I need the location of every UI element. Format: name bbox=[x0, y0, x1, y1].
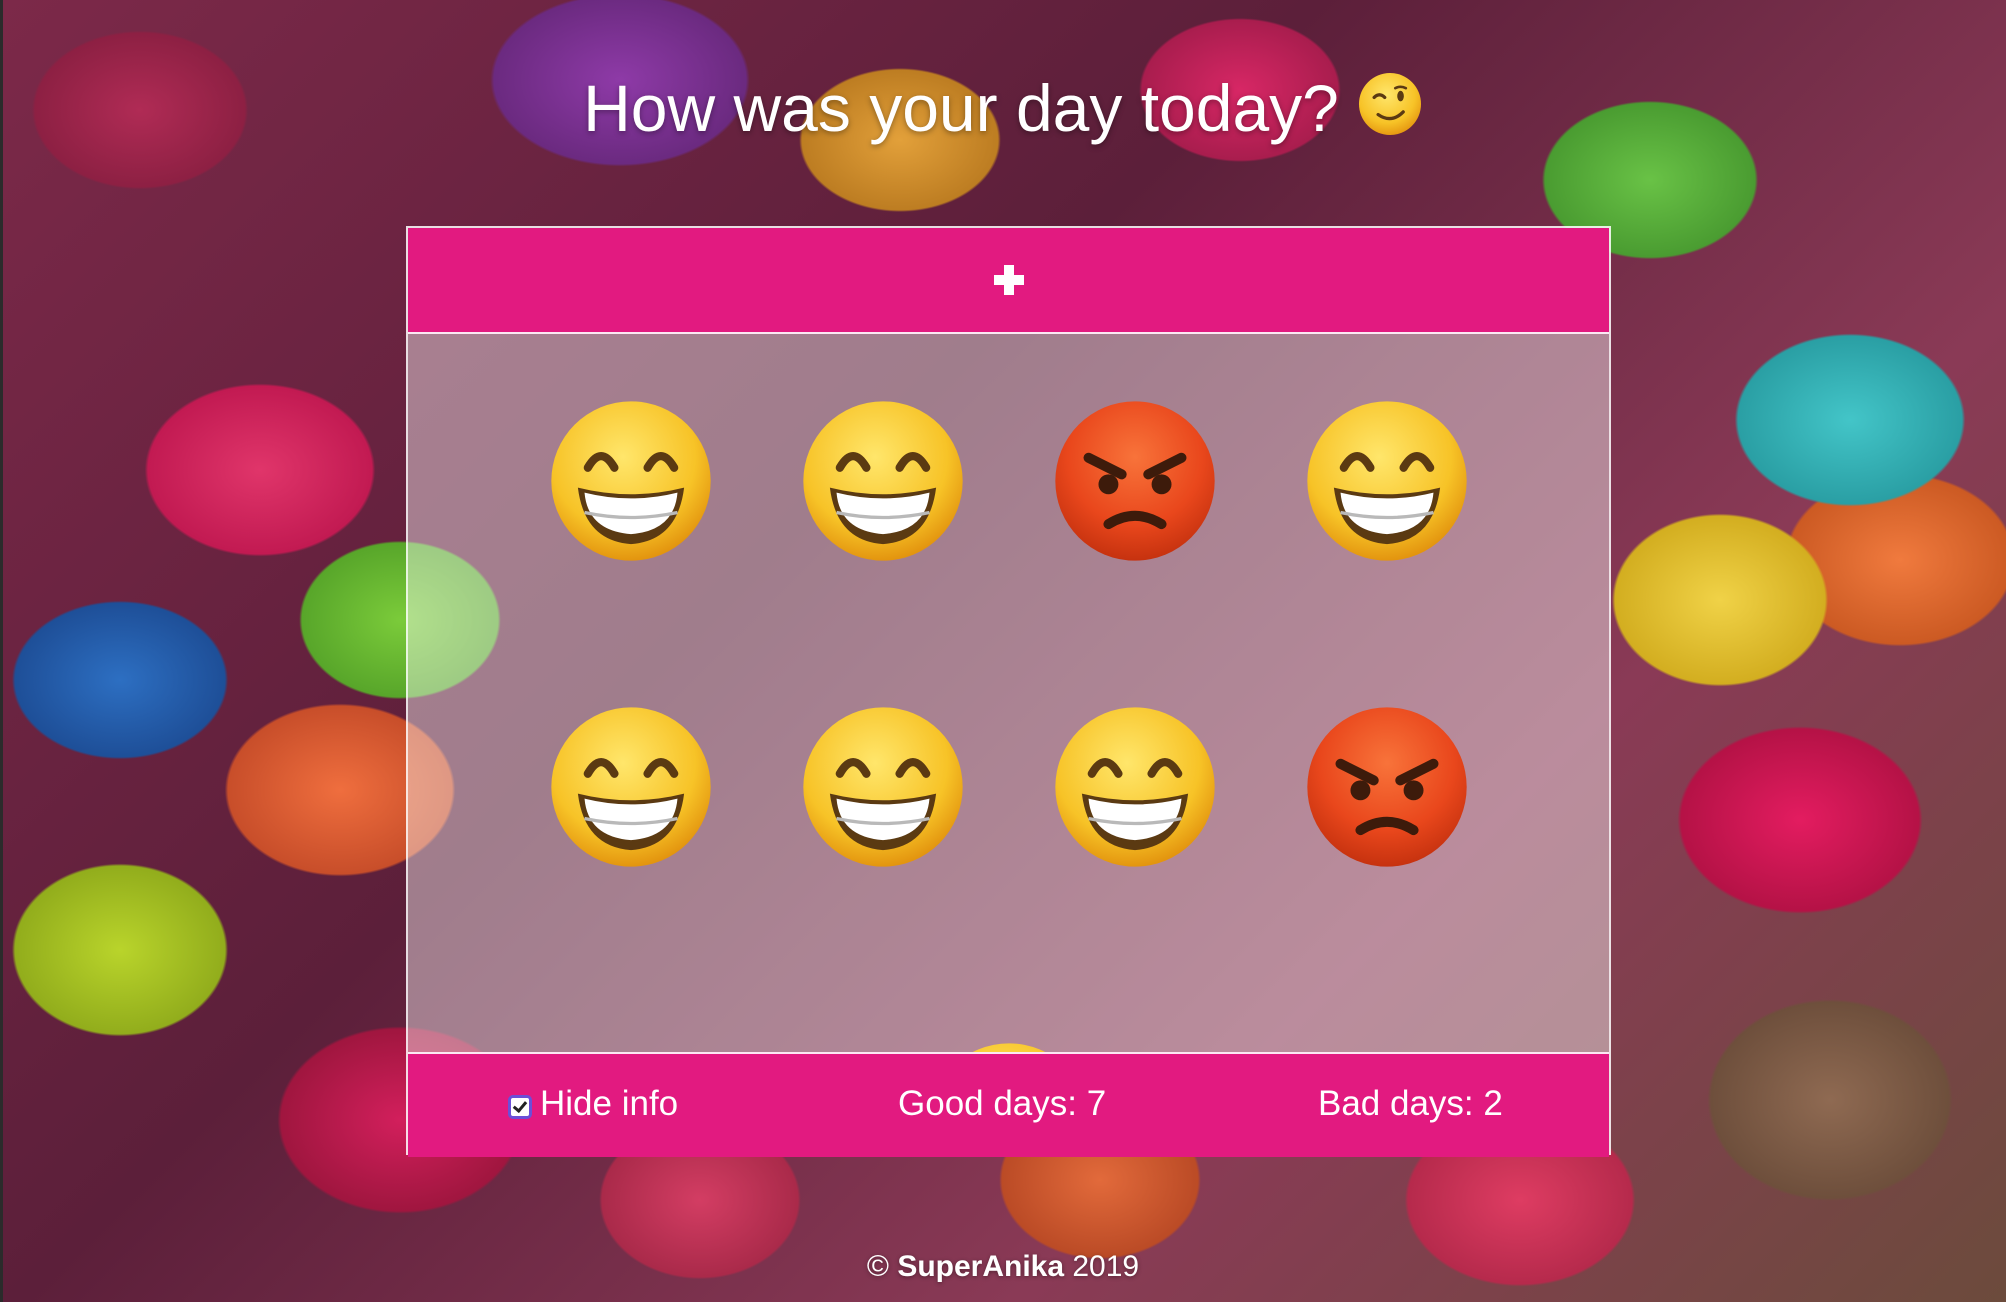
page-footer: © SuperAnika 2019 bbox=[0, 1250, 2006, 1284]
panel-footer: Hide info Good days: 7 Bad days: 2 bbox=[408, 1052, 1609, 1157]
mood-panel: Hide info Good days: 7 Bad days: 2 bbox=[406, 226, 1611, 1157]
hide-info-label: Hide info bbox=[540, 1084, 679, 1123]
grinning-face-icon[interactable] bbox=[1304, 398, 1470, 564]
window-edge bbox=[0, 0, 3, 1302]
grinning-face-icon[interactable] bbox=[800, 704, 966, 870]
grinning-face-icon[interactable] bbox=[548, 704, 714, 870]
page-title: How was your day today? bbox=[0, 70, 2006, 146]
grinning-face-icon[interactable] bbox=[926, 1040, 1092, 1052]
footer-year: 2019 bbox=[1072, 1250, 1140, 1283]
winking-face-icon bbox=[1357, 71, 1423, 137]
angry-face-icon[interactable] bbox=[1052, 398, 1218, 564]
bad-days-count: Bad days: 2 bbox=[1318, 1084, 1503, 1123]
add-day-button[interactable] bbox=[408, 228, 1609, 334]
footer-brand: SuperAnika bbox=[897, 1250, 1065, 1283]
plus-icon bbox=[993, 265, 1024, 295]
hide-info-checkbox[interactable] bbox=[508, 1095, 532, 1119]
hide-info-toggle[interactable]: Hide info bbox=[508, 1084, 678, 1124]
grinning-face-icon[interactable] bbox=[1052, 704, 1218, 870]
angry-face-icon[interactable] bbox=[1304, 704, 1470, 870]
days-grid bbox=[408, 334, 1609, 1052]
grinning-face-icon[interactable] bbox=[548, 398, 714, 564]
good-days-count: Good days: 7 bbox=[898, 1084, 1107, 1123]
grinning-face-icon[interactable] bbox=[800, 398, 966, 564]
page-title-text: How was your day today? bbox=[583, 71, 1339, 145]
copyright-symbol: © bbox=[866, 1250, 889, 1283]
